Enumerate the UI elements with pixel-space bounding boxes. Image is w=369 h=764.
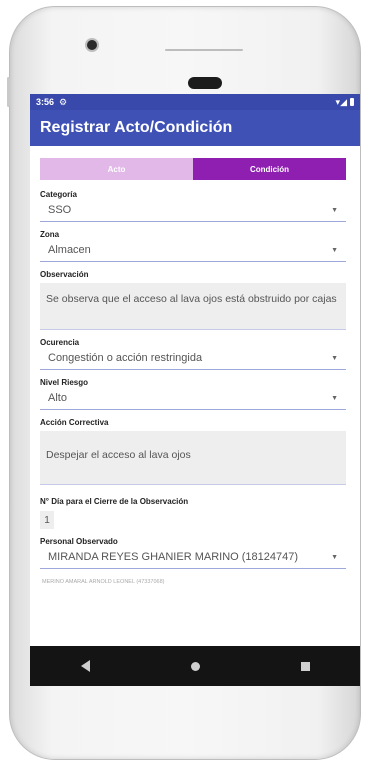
dropdown-arrow-icon: ▼ [331, 394, 338, 402]
observacion-label: Observación [40, 270, 89, 279]
battery-icon [350, 98, 354, 106]
categoria-select[interactable]: SSO ▼ [40, 199, 346, 222]
status-time: 3:56 [36, 97, 55, 107]
phone-side-button [7, 77, 10, 107]
settings-gear-icon: ⚙ [59, 96, 68, 107]
front-camera [87, 40, 97, 50]
categoria-label: Categoría [40, 190, 77, 199]
status-indicators: ▾◢ [336, 97, 354, 108]
back-icon[interactable] [80, 660, 90, 672]
android-nav-bar [30, 646, 360, 686]
accion-correctiva-label: Acción Correctiva [40, 418, 109, 427]
home-icon[interactable] [190, 661, 200, 671]
nivel-riesgo-value: Alto [48, 392, 67, 404]
wifi-signal-icon: ▾◢ [335, 96, 347, 107]
observation-form: Categoría SSO ▼ Zona Almacen ▼ Observaci… [30, 190, 360, 585]
dropdown-arrow-icon: ▼ [331, 553, 338, 561]
dropdown-arrow-icon: ▼ [331, 206, 338, 214]
personal-observado-label: Personal Observado [40, 537, 118, 546]
dias-cierre-input[interactable]: 1 [40, 511, 54, 529]
accion-correctiva-textarea[interactable]: Despejar el acceso al lava ojos [40, 431, 346, 485]
app-bar: Registrar Acto/Condición [30, 110, 360, 146]
proximity-sensor [188, 77, 222, 89]
ocurencia-select[interactable]: Congestión o acción restringida ▼ [40, 347, 346, 370]
tab-bar: Acto Condición [40, 158, 346, 180]
categoria-value: SSO [48, 204, 72, 216]
tab-acto[interactable]: Acto [40, 158, 193, 180]
tab-condicion[interactable]: Condición [193, 158, 346, 180]
recent-apps-icon[interactable] [300, 661, 310, 671]
speaker-grille [165, 49, 243, 51]
personal-observado-value: MIRANDA REYES GHANIER MARINO (18124747) [48, 551, 299, 563]
nivel-riesgo-label: Nivel Riesgo [40, 378, 89, 387]
zona-label: Zona [40, 230, 60, 239]
ocurencia-value: Congestión o acción restringida [48, 352, 203, 364]
personal-observado-select[interactable]: MIRANDA REYES GHANIER MARINO (18124747) … [40, 546, 346, 569]
dropdown-arrow-icon: ▼ [331, 354, 338, 362]
page-title: Registrar Acto/Condición [40, 119, 233, 136]
ocurencia-label: Ocurencia [40, 338, 80, 347]
status-bar: 3:56 ⚙ ▾◢ [30, 94, 360, 110]
observacion-textarea[interactable]: Se observa que el acceso al lava ojos es… [40, 283, 346, 330]
dropdown-arrow-icon: ▼ [331, 246, 338, 254]
personal-list-item[interactable]: MERINO AMARAL ARNOLD LEONEL (47337068) [40, 579, 346, 585]
app-screen: 3:56 ⚙ ▾◢ Registrar Acto/Condición Acto … [30, 94, 360, 686]
dias-cierre-label: N° Día para el Cierre de la Observación [40, 497, 189, 506]
nivel-riesgo-select[interactable]: Alto ▼ [40, 387, 346, 410]
zona-value: Almacen [48, 244, 91, 256]
zona-select[interactable]: Almacen ▼ [40, 239, 346, 262]
